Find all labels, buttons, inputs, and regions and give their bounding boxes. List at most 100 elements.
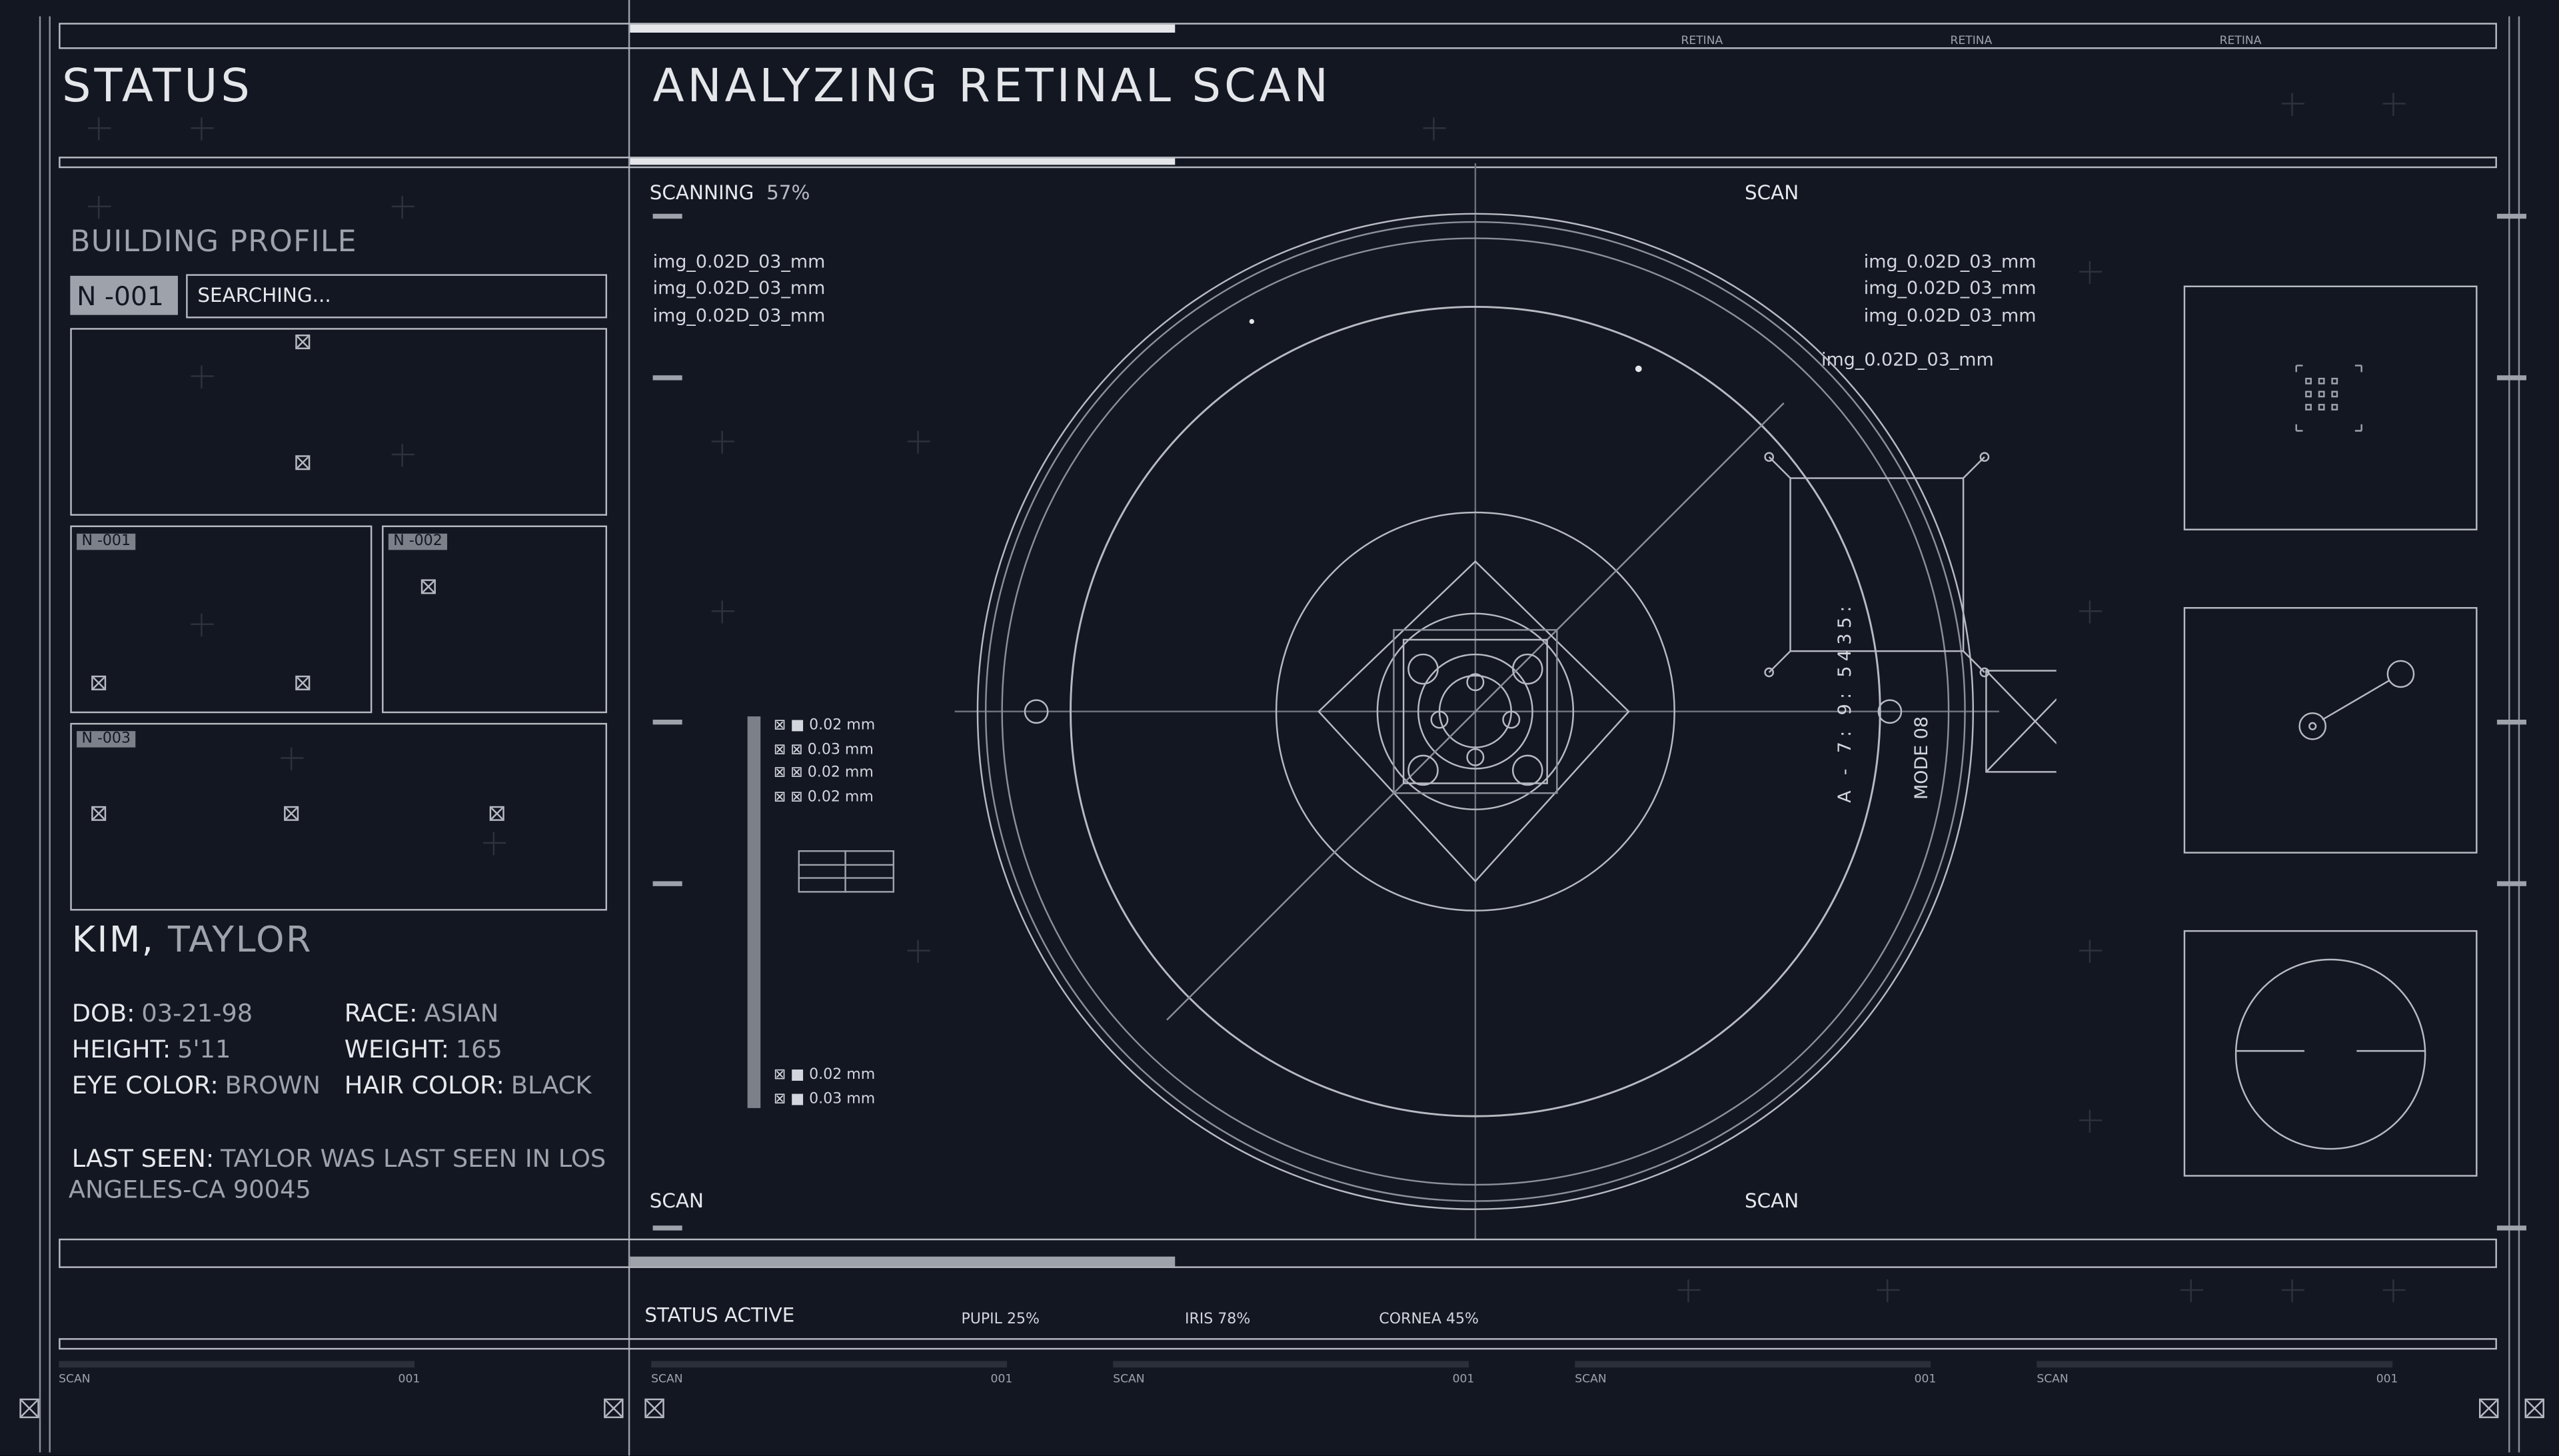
field-hair-color: HAIR COLOR: BLACK xyxy=(345,1069,592,1100)
page-title: ANALYZING RETINAL SCAN xyxy=(652,59,1331,113)
corner-close-icon[interactable] xyxy=(2479,1398,2499,1419)
measurement-row: ⊠ ■ 0.03 mm xyxy=(773,1091,876,1107)
thumb-tag-3: N -003 xyxy=(77,731,136,748)
retina-tab-2[interactable]: RETINA xyxy=(1951,34,1993,47)
footer-bar-1-right: 001 xyxy=(398,1372,421,1386)
field-key: RACE: xyxy=(344,998,418,1028)
status-title: STATUS xyxy=(62,59,253,113)
scanning-value: 57% xyxy=(766,181,810,205)
subject-name: KIM, TAYLOR xyxy=(72,920,313,961)
crosshair-mark xyxy=(2079,940,2103,963)
crosshair-mark xyxy=(88,195,111,219)
crosshair-mark xyxy=(2079,1109,2103,1133)
crosshair-mark xyxy=(711,430,735,454)
footer-rule xyxy=(59,1338,2497,1350)
id-tag: N -001 xyxy=(77,281,164,312)
measurement-row: ⊠ ■ 0.02 mm xyxy=(773,718,876,735)
footer-bar-4-left: SCAN xyxy=(1575,1372,1607,1386)
footer-bar-5-right: 001 xyxy=(2376,1372,2398,1386)
marker-icon xyxy=(295,335,311,350)
field-weight: WEIGHT: 165 xyxy=(345,1033,502,1064)
building-profile-heading: BUILDING PROFILE xyxy=(70,225,357,260)
rail-tick xyxy=(652,881,682,886)
measurement-row: ⊠ ⊠ 0.02 mm xyxy=(773,789,874,806)
rail-tick xyxy=(2496,375,2527,380)
name-last: KIM, xyxy=(71,920,155,962)
footer-bar-5-left: SCAN xyxy=(2037,1372,2069,1386)
measurement-value: 0.03 mm xyxy=(807,742,874,758)
cornea-stat: CORNEA 45% xyxy=(1379,1311,1479,1329)
crosshair-mark xyxy=(391,195,415,219)
rail-tick xyxy=(2496,1225,2527,1231)
corner-close-icon[interactable] xyxy=(604,1398,624,1419)
retina-scan-graphic[interactable] xyxy=(914,163,2057,1241)
rail-tick xyxy=(652,375,682,380)
crosshair-mark xyxy=(2382,93,2406,116)
footer-bar-2 xyxy=(651,1361,1008,1368)
rail-tick xyxy=(2496,213,2527,219)
file-left-1[interactable]: img_0.02D_03_mm xyxy=(653,251,826,273)
rail-tick xyxy=(2496,720,2527,725)
crosshair-mark xyxy=(482,832,506,856)
header-progress-fill xyxy=(630,24,1176,33)
bottom-bar-fill xyxy=(630,1256,1176,1267)
mode-label: MODE 08 xyxy=(1911,716,1933,800)
field-eye-color: EYE COLOR: BROWN xyxy=(72,1069,321,1100)
frame-left-rail xyxy=(39,16,41,1453)
field-dob: DOB: 03-21-98 xyxy=(72,997,253,1028)
bottom-status-bar xyxy=(59,1238,2497,1268)
last-seen-line-2: ANGELES-CA 90045 xyxy=(68,1175,311,1205)
profile-thumb-1[interactable] xyxy=(70,525,373,714)
node-link-icon xyxy=(2298,660,2415,740)
corner-close-icon[interactable] xyxy=(644,1398,664,1419)
measurement-value: 0.02 mm xyxy=(809,1067,876,1084)
measurement-ruler xyxy=(747,716,761,1108)
frame-right-rail-2 xyxy=(2518,16,2520,1453)
profile-preview-main[interactable] xyxy=(70,328,608,516)
rail-tick xyxy=(652,1225,682,1231)
footer-bar-4-right: 001 xyxy=(1914,1372,1937,1386)
status-active: STATUS ACTIVE xyxy=(644,1303,795,1327)
footer-bar-2-left: SCAN xyxy=(651,1372,683,1386)
last-seen-value: TAYLOR WAS LAST SEEN IN LOS xyxy=(221,1143,606,1173)
crosshair-mark xyxy=(191,117,214,141)
frame-right-rail xyxy=(2508,16,2510,1453)
mini-grid-icon xyxy=(798,850,895,893)
scan-label-bottom-left: SCAN xyxy=(649,1189,704,1213)
scanning-label: SCANNING xyxy=(649,181,754,205)
crosshair-mark xyxy=(2281,1279,2304,1303)
hud-stage: RETINA RETINA RETINA STATUS ANALYZING RE… xyxy=(0,0,2559,1456)
file-left-2[interactable]: img_0.02D_03_mm xyxy=(653,277,826,299)
field-value: BROWN xyxy=(225,1070,321,1100)
thumb-tag-1: N -001 xyxy=(77,533,136,550)
field-key: DOB: xyxy=(71,998,135,1028)
corner-close-icon[interactable] xyxy=(19,1398,39,1419)
crosshair-mark xyxy=(1677,1279,1701,1303)
field-value: BLACK xyxy=(510,1070,592,1100)
measurement-row: ⊠ ⊠ 0.03 mm xyxy=(773,742,874,758)
marker-icon xyxy=(91,806,107,821)
crosshair-mark xyxy=(391,444,415,467)
crosshair-mark xyxy=(191,613,214,637)
field-race: RACE: ASIAN xyxy=(345,997,499,1028)
marker-icon xyxy=(284,806,299,821)
measurement-list-top: ⊠ ■ 0.02 mm ⊠ ⊠ 0.03 mm ⊠ ⊠ 0.02 mm ⊠ ⊠ … xyxy=(774,715,875,810)
crosshair-mark xyxy=(2382,1279,2406,1303)
retina-tab-1[interactable]: RETINA xyxy=(1681,34,1723,47)
name-first: TAYLOR xyxy=(167,920,313,962)
measurement-value: 0.02 mm xyxy=(807,789,874,806)
thumb-tag-2: N -002 xyxy=(388,533,448,550)
profile-thumb-3[interactable] xyxy=(70,722,608,911)
footer-bar-3-left: SCAN xyxy=(1113,1372,1145,1386)
circle-divider-icon xyxy=(2234,958,2426,1150)
file-left-3[interactable]: img_0.02D_03_mm xyxy=(653,305,826,327)
field-key: HEIGHT: xyxy=(71,1034,171,1064)
crosshair-mark xyxy=(1877,1279,1900,1303)
footer-bar-1 xyxy=(59,1361,415,1368)
corner-close-icon[interactable] xyxy=(2524,1398,2544,1419)
field-height: HEIGHT: 5'11 xyxy=(72,1033,231,1064)
field-key: EYE COLOR: xyxy=(71,1070,219,1100)
field-value: 165 xyxy=(455,1034,502,1064)
profile-thumb-2[interactable] xyxy=(382,525,608,714)
retina-tab-3[interactable]: RETINA xyxy=(2220,34,2262,47)
